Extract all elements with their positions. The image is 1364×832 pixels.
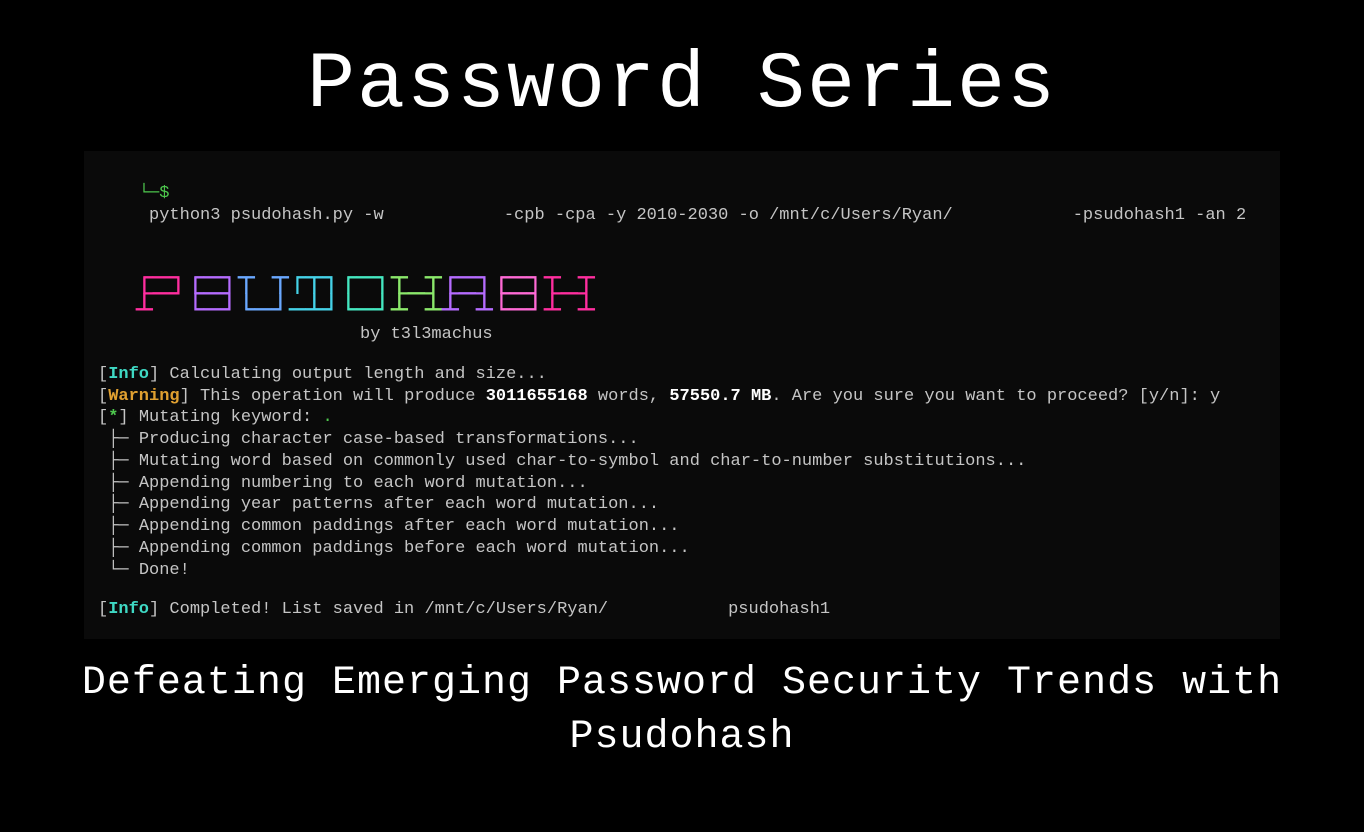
mutating-line: [*] Mutating keyword: . xyxy=(98,407,1266,429)
star-label: * xyxy=(108,408,118,427)
page-title: Password Series xyxy=(0,0,1364,151)
command-text-2: -cpb -cpa -y 2010-2030 -o /mnt/c/Users/R… xyxy=(504,206,953,225)
command-text: python3 psudohash.py -w xyxy=(139,206,394,225)
step-line: ├─ Appending numbering to each word muta… xyxy=(98,473,1266,495)
step-line: ├─ Appending common paddings before each… xyxy=(98,538,1266,560)
byline: by t3l3machus xyxy=(360,324,1266,346)
step-line: ├─ Producing character case-based transf… xyxy=(98,429,1266,451)
info-label: Info xyxy=(108,600,149,619)
psudohash-logo: ┌─┐ ┌─┐ ┬ ┬ ┌┬┐ ┌─┐ ┬ ┬ ┌─┐ ┌─┐ ┬ ┬ ├─┘ … xyxy=(136,270,1266,318)
info-line: [Info] Calculating output length and siz… xyxy=(98,364,1266,386)
size-mb: 57550.7 MB xyxy=(669,387,771,406)
word-count: 3011655168 xyxy=(486,387,588,406)
warning-label: Warning xyxy=(108,387,179,406)
warning-line: [Warning] This operation will produce 30… xyxy=(98,386,1266,408)
step-line: ├─ Mutating word based on commonly used … xyxy=(98,451,1266,473)
completed-line: [Info] Completed! List saved in /mnt/c/U… xyxy=(98,599,1266,621)
page-subtitle: Defeating Emerging Password Security Tre… xyxy=(60,657,1304,765)
command-text-3: -psudohash1 -an 2 xyxy=(1073,206,1246,225)
info-label: Info xyxy=(108,365,149,384)
terminal-window: └─$ python3 psudohash.py -w -cpb -cpa -y… xyxy=(84,151,1280,639)
step-line: ├─ Appending year patterns after each wo… xyxy=(98,494,1266,516)
prompt-prefix: └─$ xyxy=(139,184,170,203)
step-line: ├─ Appending common paddings after each … xyxy=(98,516,1266,538)
step-line: └─ Done! xyxy=(98,560,1266,582)
prompt-line: └─$ python3 psudohash.py -w -cpb -cpa -y… xyxy=(98,161,1266,248)
